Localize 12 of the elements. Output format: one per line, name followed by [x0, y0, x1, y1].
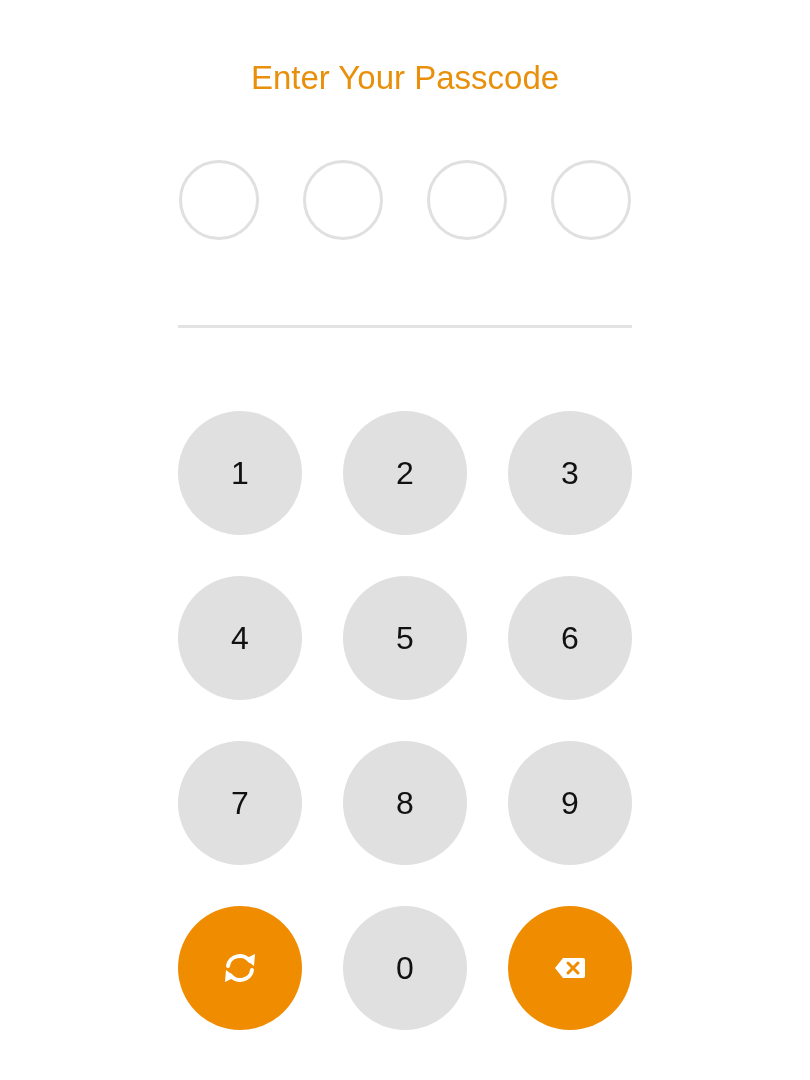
digit-key[interactable]: 3: [508, 411, 632, 535]
digit-key[interactable]: 0: [343, 906, 467, 1030]
digit-key[interactable]: 2: [343, 411, 467, 535]
backspace-icon: [554, 957, 586, 979]
passcode-title: Enter Your Passcode: [250, 58, 560, 98]
digit-key[interactable]: 6: [508, 576, 632, 700]
digit-key[interactable]: 9: [508, 741, 632, 865]
digit-key[interactable]: 1: [178, 411, 302, 535]
digit-key[interactable]: 4: [178, 576, 302, 700]
digit-key[interactable]: 8: [343, 741, 467, 865]
digit-key[interactable]: 5: [343, 576, 467, 700]
digit-key[interactable]: 7: [178, 741, 302, 865]
